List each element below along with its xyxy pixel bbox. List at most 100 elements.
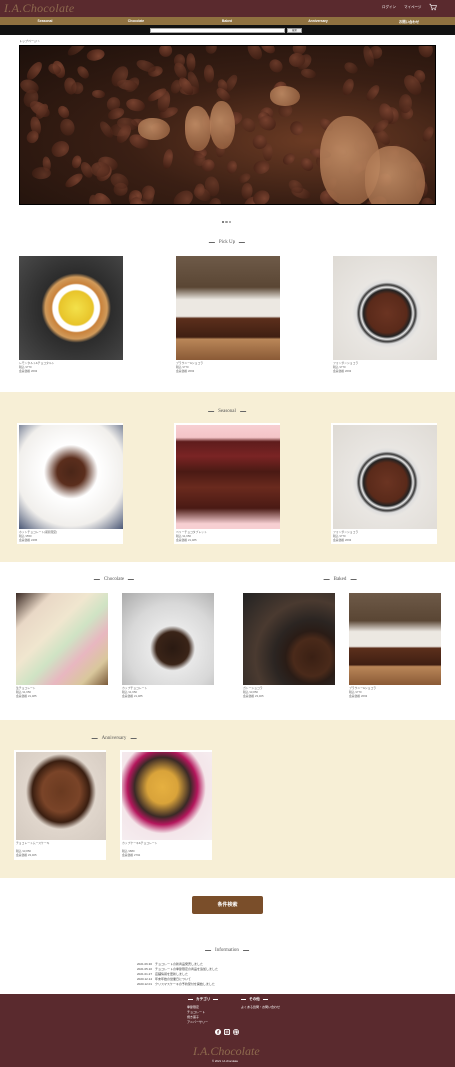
pinterest-icon[interactable] xyxy=(233,1029,239,1035)
footer-link[interactable]: 季節限定 xyxy=(187,1005,199,1009)
product-image[interactable] xyxy=(243,593,335,685)
product-member-price: 会員価格 ¥693 xyxy=(333,538,352,542)
cocoa-bean-decoration xyxy=(416,46,435,60)
news-item[interactable]: 2021.05.10 チョコレートの季節限定の商品を追加しました xyxy=(137,967,218,971)
product-name[interactable]: カップケーキ&チョコレート xyxy=(122,841,157,845)
cocoa-bean-decoration xyxy=(252,159,272,176)
copyright: © 2021 I.A.chocolate xyxy=(212,1059,239,1063)
footer-link[interactable]: アニバーサリー xyxy=(187,1020,208,1024)
cocoa-bean-decoration xyxy=(91,89,105,99)
product-image[interactable] xyxy=(19,256,123,360)
footer-logo[interactable]: I.A.Chocolate xyxy=(193,1044,260,1059)
news-item[interactable]: 2021.06.30 チョコレートの新商品発売しました xyxy=(137,962,203,966)
seasonal-title: Seasonal xyxy=(204,409,250,414)
pickup-title: Pick Up xyxy=(205,240,249,245)
nav-item-contact[interactable]: お問い合わせ xyxy=(399,19,419,24)
product-card[interactable]: フォンダンショコラ 税込 ¥770 会員価格 ¥693 xyxy=(331,423,437,544)
baked-title: Baked xyxy=(320,577,361,582)
product-member-price: 会員価格 ¥693 xyxy=(19,369,38,373)
footer-link[interactable]: チョコレート xyxy=(187,1010,205,1014)
cocoa-bean-decoration xyxy=(74,63,92,81)
facebook-icon[interactable] xyxy=(215,1029,221,1035)
cocoa-bean-decoration xyxy=(48,137,73,160)
product-image[interactable] xyxy=(333,256,437,360)
product-card[interactable]: ホットチョコレート(期間限定) 税込 ¥550 会員価格 ¥495 xyxy=(17,423,123,544)
cocoa-bean-decoration xyxy=(288,119,306,137)
cocoa-bean-decoration xyxy=(288,52,306,68)
product-member-price: 会員価格 ¥1,485 xyxy=(176,538,197,542)
hand-decoration xyxy=(185,106,211,151)
product-member-price: 会員価格 ¥495 xyxy=(19,538,38,542)
product-card[interactable]: ガトーショコラ 税込 ¥3,850 会員価格 ¥3,465 xyxy=(241,591,335,700)
product-image[interactable] xyxy=(176,425,280,529)
cocoa-bean-decoration xyxy=(186,53,197,73)
cocoa-bean-decoration xyxy=(31,166,52,180)
product-image[interactable] xyxy=(176,256,280,360)
product-image[interactable] xyxy=(333,425,437,529)
cart-icon[interactable] xyxy=(429,3,437,11)
product-card[interactable]: ブラウニー&ショコラ 税込 ¥770 会員価格 ¥693 xyxy=(347,591,441,700)
product-member-price: 会員価格 ¥3,465 xyxy=(16,853,37,857)
cocoa-bean-decoration xyxy=(203,46,219,55)
nav-item-chocolate[interactable]: Chocolate xyxy=(128,19,144,23)
footer-category-heading: カテゴリ xyxy=(185,997,221,1002)
cocoa-bean-decoration xyxy=(340,77,356,97)
product-card[interactable]: フォンダンショコラ 税込 ¥770 会員価格 ¥693 xyxy=(331,254,437,375)
site-logo[interactable]: I.A.Chocolate xyxy=(4,1,75,16)
carousel-dot[interactable] xyxy=(221,220,225,223)
product-member-price: 会員価格 ¥1,485 xyxy=(16,694,37,698)
anniversary-title: Anniversary xyxy=(88,736,141,741)
product-member-price: 会員価格 ¥3,465 xyxy=(243,694,264,698)
nav-item-anniversary[interactable]: Anniversary xyxy=(308,19,328,23)
product-card[interactable]: チョコレートムースケーキ 税込 ¥3,850 会員価格 ¥3,465 xyxy=(14,750,106,860)
product-card[interactable]: ベリーチョコタブレット 税込 ¥1,650 会員価格 ¥1,485 xyxy=(174,423,280,544)
search-button[interactable]: 検索 xyxy=(287,28,302,33)
news-item[interactable]: 2021.01.27 店舗情報を更新しました xyxy=(137,972,188,976)
cocoa-bean-decoration xyxy=(250,187,272,204)
cocoa-bean-decoration xyxy=(420,124,435,144)
footer-link[interactable]: 焼き菓子 xyxy=(187,1015,199,1019)
hand-decoration xyxy=(210,101,235,149)
instagram-icon[interactable] xyxy=(224,1029,230,1035)
nav-item-baked[interactable]: Baked xyxy=(222,19,232,23)
product-member-price: 会員価格 ¥1,485 xyxy=(122,694,143,698)
cocoa-bean-decoration xyxy=(58,117,76,138)
cocoa-bean-decoration xyxy=(203,64,215,83)
carousel-dot[interactable] xyxy=(225,220,228,223)
cocoa-bean-decoration xyxy=(90,161,111,177)
product-card[interactable]: レモンタルト&チョコタルト 税込 ¥770 会員価格 ¥693 xyxy=(17,254,123,375)
product-name[interactable]: チョコレートムースケーキ xyxy=(16,841,49,845)
product-card[interactable]: ブラウニー&ショコラ 税込 ¥770 会員価格 ¥693 xyxy=(174,254,280,375)
condition-search-button[interactable]: 条件検索 xyxy=(192,896,263,914)
carousel-dot[interactable] xyxy=(228,220,232,223)
cocoa-bean-decoration xyxy=(364,82,382,103)
product-image[interactable] xyxy=(19,425,123,529)
footer-link[interactable]: よくある質問・お問い合わせ xyxy=(241,1005,280,1009)
breadcrumb[interactable]: トップページ > xyxy=(19,39,40,43)
news-item[interactable]: 2020.12.14 年末年始の営業日について xyxy=(137,977,191,981)
product-image[interactable] xyxy=(16,593,108,685)
product-image[interactable] xyxy=(122,752,212,840)
cocoa-bean-decoration xyxy=(266,56,286,76)
mypage-link[interactable]: マイページ xyxy=(404,5,421,10)
search-input[interactable] xyxy=(150,28,285,33)
category-nav: Seasonal Chocolate Baked Anniversary お問い… xyxy=(0,17,455,25)
product-card[interactable]: カップケーキ&チョコレート 税込 ¥880 会員価格 ¥792 xyxy=(120,750,212,860)
cocoa-bean-decoration xyxy=(124,96,147,113)
hand-decoration xyxy=(270,86,300,106)
information-title: Information xyxy=(201,948,253,953)
login-link[interactable]: ログイン xyxy=(382,5,396,10)
product-image[interactable] xyxy=(349,593,441,685)
product-card[interactable]: カップチョコレート 税込 ¥1,650 会員価格 ¥1,485 xyxy=(120,591,214,700)
hero-carousel-image[interactable] xyxy=(19,45,436,205)
news-item[interactable]: 2020.12.01 クリスマスケーキの予約受付を開始しました xyxy=(137,982,215,986)
cocoa-bean-decoration xyxy=(161,147,175,169)
chocolate-title: Chocolate xyxy=(90,577,138,582)
cocoa-bean-decoration xyxy=(63,171,85,191)
product-card[interactable]: 生チョコレート 税込 ¥1,650 会員価格 ¥1,485 xyxy=(14,591,108,700)
cocoa-bean-decoration xyxy=(342,60,360,76)
product-image[interactable] xyxy=(122,593,214,685)
product-member-price: 会員価格 ¥693 xyxy=(333,369,352,373)
product-image[interactable] xyxy=(16,752,106,840)
nav-item-seasonal[interactable]: Seasonal xyxy=(38,19,53,23)
